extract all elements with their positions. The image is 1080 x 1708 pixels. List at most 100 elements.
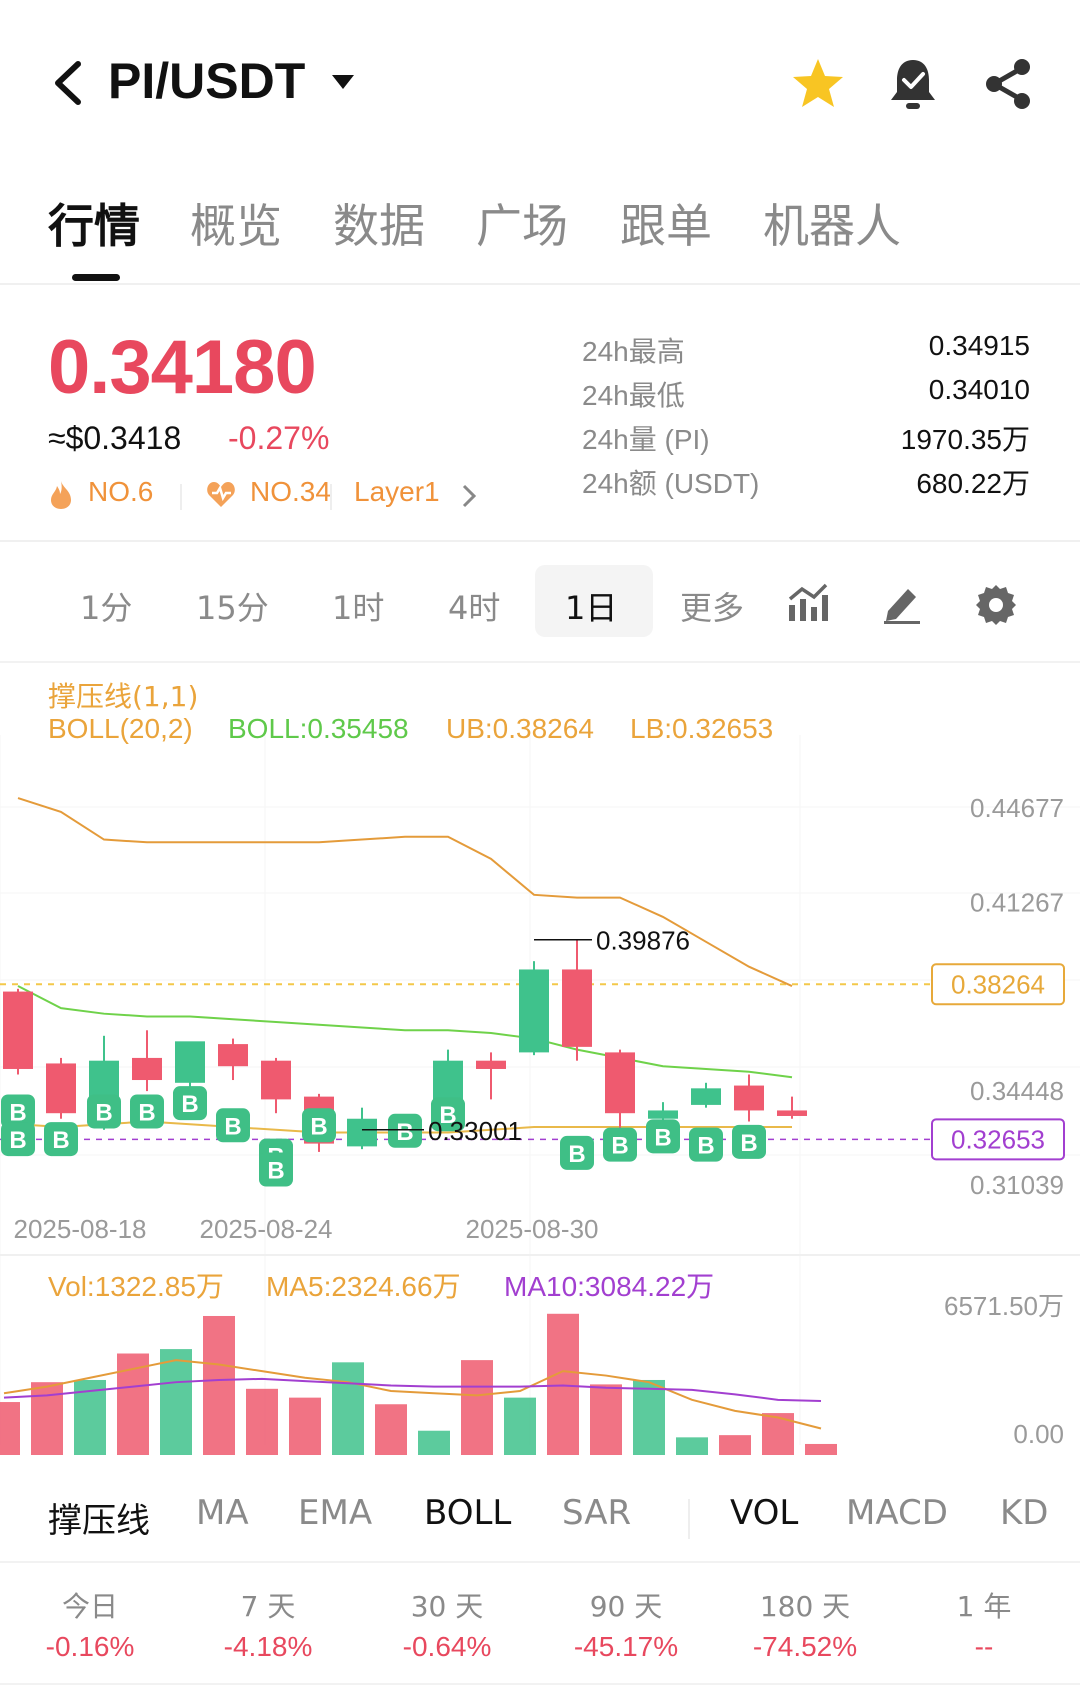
ma5-value: MA5:2324.66万 <box>266 1271 461 1302</box>
volume-axis-min: 0.00 <box>1013 1419 1064 1449</box>
buy-marker-label: B <box>9 1127 26 1154</box>
buy-marker-label: B <box>568 1141 585 1168</box>
perf-1y: 1 年 -- <box>956 1590 1012 1662</box>
buy-marker-label: B <box>611 1133 628 1160</box>
buy-marker-label: B <box>138 1099 155 1126</box>
stat-row: 24h量 (PI) 1970.35万 <box>582 424 1030 455</box>
candle-body <box>3 991 33 1069</box>
sector-tag[interactable]: Layer1 <box>354 476 440 508</box>
tab-data[interactable]: 数据 <box>333 190 425 256</box>
star-icon[interactable] <box>790 56 846 112</box>
ind-tab-ma[interactable]: MA <box>196 1493 249 1533</box>
buy-marker-label: B <box>95 1099 112 1126</box>
header: PI/USDT <box>0 0 1080 165</box>
bell-check-icon[interactable] <box>888 56 938 112</box>
lb-price-tag: 0.32653 <box>951 1124 1045 1154</box>
volume-bar <box>31 1382 63 1455</box>
timeframe-bar: 1分 15分 1时 4时 1日 更多 <box>0 545 1080 663</box>
tf-15m[interactable]: 15分 <box>196 583 269 629</box>
tf-4h[interactable]: 4时 <box>448 583 500 629</box>
boll-params: BOLL(20,2) <box>48 713 193 744</box>
dropdown-icon[interactable] <box>330 72 356 92</box>
boll-lb-value: LB:0.32653 <box>630 713 774 744</box>
stats-24h: 24h最高 0.34915 24h最低 0.34010 24h量 (PI) 19… <box>582 330 1030 506</box>
favorite-rank[interactable]: NO.34 <box>250 476 331 508</box>
heart-icon <box>207 482 235 507</box>
change-percent: -0.27% <box>228 420 330 456</box>
volume-bar <box>547 1313 579 1455</box>
candle-body <box>562 969 592 1047</box>
date-axis-label: 2025-08-30 <box>466 1214 599 1244</box>
buy-marker-label: B <box>224 1113 241 1140</box>
candle-body <box>476 1060 506 1069</box>
price-axis-label: 0.31039 <box>970 1170 1064 1200</box>
candle-body <box>261 1060 291 1100</box>
volume-bar <box>676 1437 708 1455</box>
tf-1d[interactable]: 1日 <box>565 583 617 629</box>
tf-1h[interactable]: 1时 <box>332 583 384 629</box>
buy-marker-label: B <box>310 1113 327 1140</box>
stat-row: 24h额 (USDT) 680.22万 <box>582 468 1030 499</box>
kline-chart[interactable]: BBBBBBBBBBBBBBBBB0.398760.330010.446770.… <box>0 665 1080 1475</box>
volume-bar <box>590 1384 622 1455</box>
volume-bar <box>160 1349 192 1455</box>
indicator-chart-icon[interactable] <box>786 581 830 625</box>
hot-rank[interactable]: NO.6 <box>88 476 153 508</box>
volume-bar <box>289 1397 321 1455</box>
volume-bar <box>332 1362 364 1455</box>
candle-body <box>605 1052 635 1114</box>
share-icon[interactable] <box>982 56 1034 112</box>
candle-body <box>691 1088 721 1105</box>
gear-icon[interactable] <box>974 581 1018 625</box>
ind-tab-kd[interactable]: KD <box>1000 1493 1048 1533</box>
volume-bar <box>805 1443 837 1455</box>
draw-pen-icon[interactable] <box>880 581 924 625</box>
buy-marker-label: B <box>740 1130 757 1157</box>
pair-title[interactable]: PI/USDT <box>108 52 305 110</box>
chart-svg[interactable]: BBBBBBBBBBBBBBBBB0.398760.330010.446770.… <box>0 665 1080 1475</box>
candle-body <box>648 1110 678 1119</box>
ind-tab-support[interactable]: 撑压线 <box>48 1493 150 1542</box>
tab-market[interactable]: 行情 <box>48 190 140 256</box>
ind-tab-sar[interactable]: SAR <box>562 1493 631 1533</box>
candle-body <box>519 969 549 1053</box>
boll-upper-line <box>17 797 793 987</box>
candle-body <box>347 1118 377 1147</box>
price-block: 0.34180 ≈$0.3418 -0.27% NO.6 NO.34 Layer… <box>0 290 1080 542</box>
ind-tab-ema[interactable]: EMA <box>298 1493 372 1533</box>
buy-marker-label: B <box>267 1157 284 1184</box>
indicator-tabs: 撑压线 MA EMA BOLL SAR VOL MACD KD <box>0 1475 1080 1563</box>
ub-price-tag: 0.38264 <box>951 969 1045 999</box>
back-icon[interactable] <box>48 58 88 108</box>
tab-square[interactable]: 广场 <box>476 190 568 256</box>
boll-ub-value: UB:0.38264 <box>446 713 594 744</box>
price-axis-label: 0.44677 <box>970 793 1064 823</box>
buy-marker-label: B <box>697 1133 714 1160</box>
last-price: 0.34180 <box>48 325 317 410</box>
candle-body <box>132 1057 162 1081</box>
ind-tab-vol[interactable]: VOL <box>730 1493 798 1533</box>
candle-body <box>734 1085 764 1111</box>
main-tabs: 行情 概览 数据 广场 跟单 机器人 <box>0 190 1080 285</box>
buy-marker-label: B <box>396 1119 413 1146</box>
tab-overview[interactable]: 概览 <box>190 190 282 256</box>
ind-tab-boll[interactable]: BOLL <box>424 1493 511 1533</box>
volume-bar <box>633 1379 665 1455</box>
tab-bot[interactable]: 机器人 <box>763 190 901 256</box>
date-axis-label: 2025-08-24 <box>200 1214 333 1244</box>
low-annotation: 0.33001 <box>428 1116 522 1146</box>
candle-body <box>218 1044 248 1067</box>
price-axis-label: 0.41267 <box>970 887 1064 917</box>
buy-marker-label: B <box>181 1091 198 1118</box>
perf-90d: 90 天 -45.17% <box>573 1590 679 1662</box>
candle-body <box>46 1063 76 1114</box>
chevron-right-icon[interactable] <box>460 482 478 510</box>
fire-icon <box>51 481 71 509</box>
volume-bar <box>0 1402 20 1455</box>
performance-row: 今日 -0.16% 7 天 -4.18% 30 天 -0.64% 90 天 -4… <box>0 1565 1080 1685</box>
tab-copy-trading[interactable]: 跟单 <box>620 190 712 256</box>
tf-1m[interactable]: 1分 <box>80 583 132 629</box>
perf-7d: 7 天 -4.18% <box>223 1590 313 1662</box>
ind-tab-macd[interactable]: MACD <box>846 1493 948 1533</box>
tf-more[interactable]: 更多 <box>680 583 744 629</box>
